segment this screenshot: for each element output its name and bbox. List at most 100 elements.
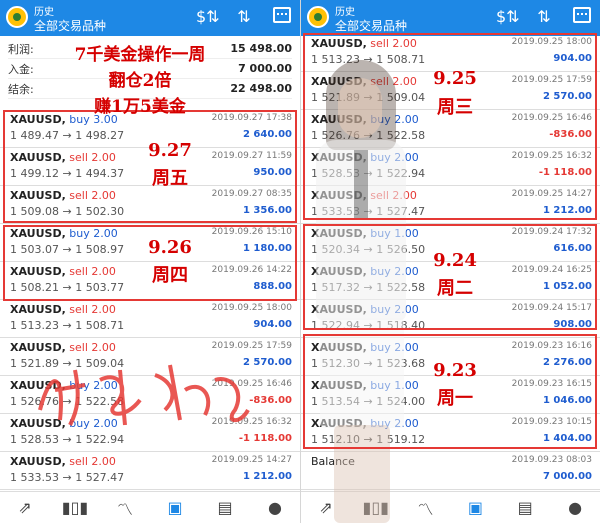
trade-symbol: XAUUSD, xyxy=(311,265,367,278)
trade-prices: 1 503.07 → 1 508.97 xyxy=(10,243,125,256)
trade-prices: 1 512.30 → 1 523.68 xyxy=(311,357,426,370)
trade-profit: -1 118.00 xyxy=(238,433,292,444)
bottom-nav: ⇗ ▮▯▮ 〽 ▣ ▤ ● xyxy=(0,491,300,523)
trade-row[interactable]: XAUUSD, sell 2.00 2019.09.25 17:59 1 521.8… xyxy=(0,338,300,376)
trade-time: 2019.09.25 17:59 xyxy=(511,75,592,85)
trade-time: 2019.09.25 17:59 xyxy=(211,341,292,351)
calendar-icon[interactable] xyxy=(272,7,292,27)
trade-profit: 904.00 xyxy=(553,53,592,64)
sort-arrows-icon[interactable]: ⇅ xyxy=(234,7,254,27)
summary-value: 22 498.00 xyxy=(230,82,292,95)
history-icon[interactable]: ▣ xyxy=(161,498,189,517)
weekday-annotation: 周五 xyxy=(152,168,188,189)
trade-side: buy 1.00 xyxy=(370,227,419,240)
trade-time: 2019.09.25 16:46 xyxy=(211,379,292,389)
news-icon[interactable]: ▤ xyxy=(511,498,539,517)
header-subtitle: 历史 xyxy=(34,7,54,18)
trade-row[interactable]: XAUUSD, sell 2.00 2019.09.27 08:35 1 509.0… xyxy=(0,186,300,224)
trade-side: sell 2.00 xyxy=(370,37,417,50)
messages-icon[interactable]: ● xyxy=(561,498,589,517)
trade-profit: 2 640.00 xyxy=(242,129,292,140)
app-logo-icon xyxy=(6,6,28,28)
trade-row[interactable]: XAUUSD, buy 2.00 2019.09.24 15:17 1 522.94… xyxy=(301,300,600,338)
weekday-annotation: 周四 xyxy=(152,265,188,286)
trade-icon[interactable]: 〽 xyxy=(111,496,139,520)
trade-time: 2019.09.25 18:00 xyxy=(511,37,592,47)
quotes-icon[interactable]: ⇗ xyxy=(11,498,39,517)
trade-time: 2019.09.24 15:17 xyxy=(511,303,592,313)
trade-row[interactable]: XAUUSD, buy 2.00 2019.09.25 16:32 1 528.53… xyxy=(0,414,300,452)
trade-time: 2019.09.25 18:00 xyxy=(211,303,292,313)
quotes-icon[interactable]: ⇗ xyxy=(312,498,340,517)
trade-profit: 1 180.00 xyxy=(242,243,292,254)
trade-time: 2019.09.25 16:32 xyxy=(211,417,292,427)
trade-profit: 1 212.00 xyxy=(542,205,592,216)
trade-side: sell 2.00 xyxy=(69,265,116,278)
trade-prices: 1 521.89 → 1 509.04 xyxy=(311,91,426,104)
trade-profit: 1 046.00 xyxy=(542,395,592,406)
trade-symbol: XAUUSD, xyxy=(10,189,66,202)
trade-icon[interactable]: 〽 xyxy=(412,496,440,520)
trade-row[interactable]: XAUUSD, sell 2.00 2019.09.25 18:00 1 513.2… xyxy=(0,300,300,338)
trade-symbol: XAUUSD, xyxy=(311,151,367,164)
trade-row[interactable]: XAUUSD, buy 2.00 2019.09.25 16:46 1 526.76… xyxy=(0,376,300,414)
chart-icon[interactable]: ▮▯▮ xyxy=(362,498,390,517)
history-icon[interactable]: ▣ xyxy=(461,498,489,517)
header-title[interactable]: 全部交易品种 xyxy=(335,17,407,34)
trade-time: 2019.09.25 14:27 xyxy=(211,455,292,465)
header-title[interactable]: 全部交易品种 xyxy=(34,17,106,34)
trade-side: sell 2.00 xyxy=(69,341,116,354)
trade-prices: 1 526.76 → 1 522.58 xyxy=(10,395,125,408)
calendar-icon[interactable] xyxy=(572,7,592,27)
dollar-exchange-icon[interactable]: $⇅ xyxy=(496,7,520,27)
headline-annotation: 翻仓2倍 xyxy=(108,71,172,91)
trade-profit: -1 118.00 xyxy=(538,167,592,178)
trade-profit: 1 052.00 xyxy=(542,281,592,292)
trade-prices: 1 512.10 → 1 519.12 xyxy=(311,433,426,446)
trade-row[interactable]: XAUUSD, sell 2.00 2019.09.25 14:27 1 533.5… xyxy=(301,186,600,224)
trade-symbol: XAUUSD, xyxy=(311,37,367,50)
trade-prices: 1 528.53 → 1 522.94 xyxy=(311,167,426,180)
trade-prices: 1 508.21 → 1 503.77 xyxy=(10,281,125,294)
trade-row[interactable]: XAUUSD, buy 2.00 2019.09.23 10:15 1 512.10… xyxy=(301,414,600,452)
trade-profit: 904.00 xyxy=(253,319,292,330)
trade-row[interactable]: XAUUSD, sell 2.00 2019.09.25 18:00 1 513.2… xyxy=(301,34,600,72)
trade-side: buy 2.00 xyxy=(370,113,419,126)
date-annotation: 9.27 xyxy=(148,140,192,161)
trade-prices: 1 533.53 → 1 527.47 xyxy=(10,471,125,484)
trade-symbol: XAUUSD, xyxy=(10,265,66,278)
trade-side: buy 2.00 xyxy=(370,265,419,278)
trade-time: 2019.09.24 16:25 xyxy=(511,265,592,275)
trade-profit: -836.00 xyxy=(249,395,292,406)
trade-profit: 908.00 xyxy=(553,319,592,330)
trade-symbol: XAUUSD, xyxy=(10,341,66,354)
trade-side: sell 2.00 xyxy=(69,303,116,316)
messages-icon[interactable]: ● xyxy=(261,498,289,517)
trade-symbol: XAUUSD, xyxy=(10,303,66,316)
trade-profit: 1 212.00 xyxy=(242,471,292,482)
trade-symbol: XAUUSD, xyxy=(311,341,367,354)
trade-symbol: XAUUSD, xyxy=(10,455,66,468)
trade-time: 2019.09.25 14:27 xyxy=(511,189,592,199)
trade-prices: 1 517.32 → 1 522.58 xyxy=(311,281,426,294)
trade-profit: 1 404.00 xyxy=(542,433,592,444)
header-subtitle: 历史 xyxy=(335,7,355,18)
trade-row[interactable]: XAUUSD, buy 2.00 2019.09.25 16:32 1 528.53… xyxy=(301,148,600,186)
trade-prices: 1 528.53 → 1 522.94 xyxy=(10,433,125,446)
chart-icon[interactable]: ▮▯▮ xyxy=(61,498,89,517)
app-header: 历史 全部交易品种 $⇅ ⇅ xyxy=(0,0,300,36)
weekday-annotation: 周三 xyxy=(437,97,473,118)
trade-row[interactable]: XAUUSD, sell 2.00 2019.09.25 14:27 1 533.5… xyxy=(0,452,300,490)
trade-time: 2019.09.27 11:59 xyxy=(211,151,292,161)
sort-arrows-icon[interactable]: ⇅ xyxy=(534,7,554,27)
headline-annotation: 7千美金操作一周 xyxy=(74,45,206,65)
dollar-exchange-icon[interactable]: $⇅ xyxy=(196,7,220,27)
trade-prices: 1 526.76 → 1 522.58 xyxy=(311,129,426,142)
trade-symbol: XAUUSD, xyxy=(311,417,367,430)
trade-symbol: XAUUSD, xyxy=(311,303,367,316)
summary-value: 7 000.00 xyxy=(238,62,292,75)
balance-row[interactable]: Balance 2019.09.23 08:03 7 000.00 xyxy=(301,452,600,490)
trade-time: 2019.09.23 16:15 xyxy=(511,379,592,389)
trade-symbol: XAUUSD, xyxy=(10,151,66,164)
news-icon[interactable]: ▤ xyxy=(211,498,239,517)
